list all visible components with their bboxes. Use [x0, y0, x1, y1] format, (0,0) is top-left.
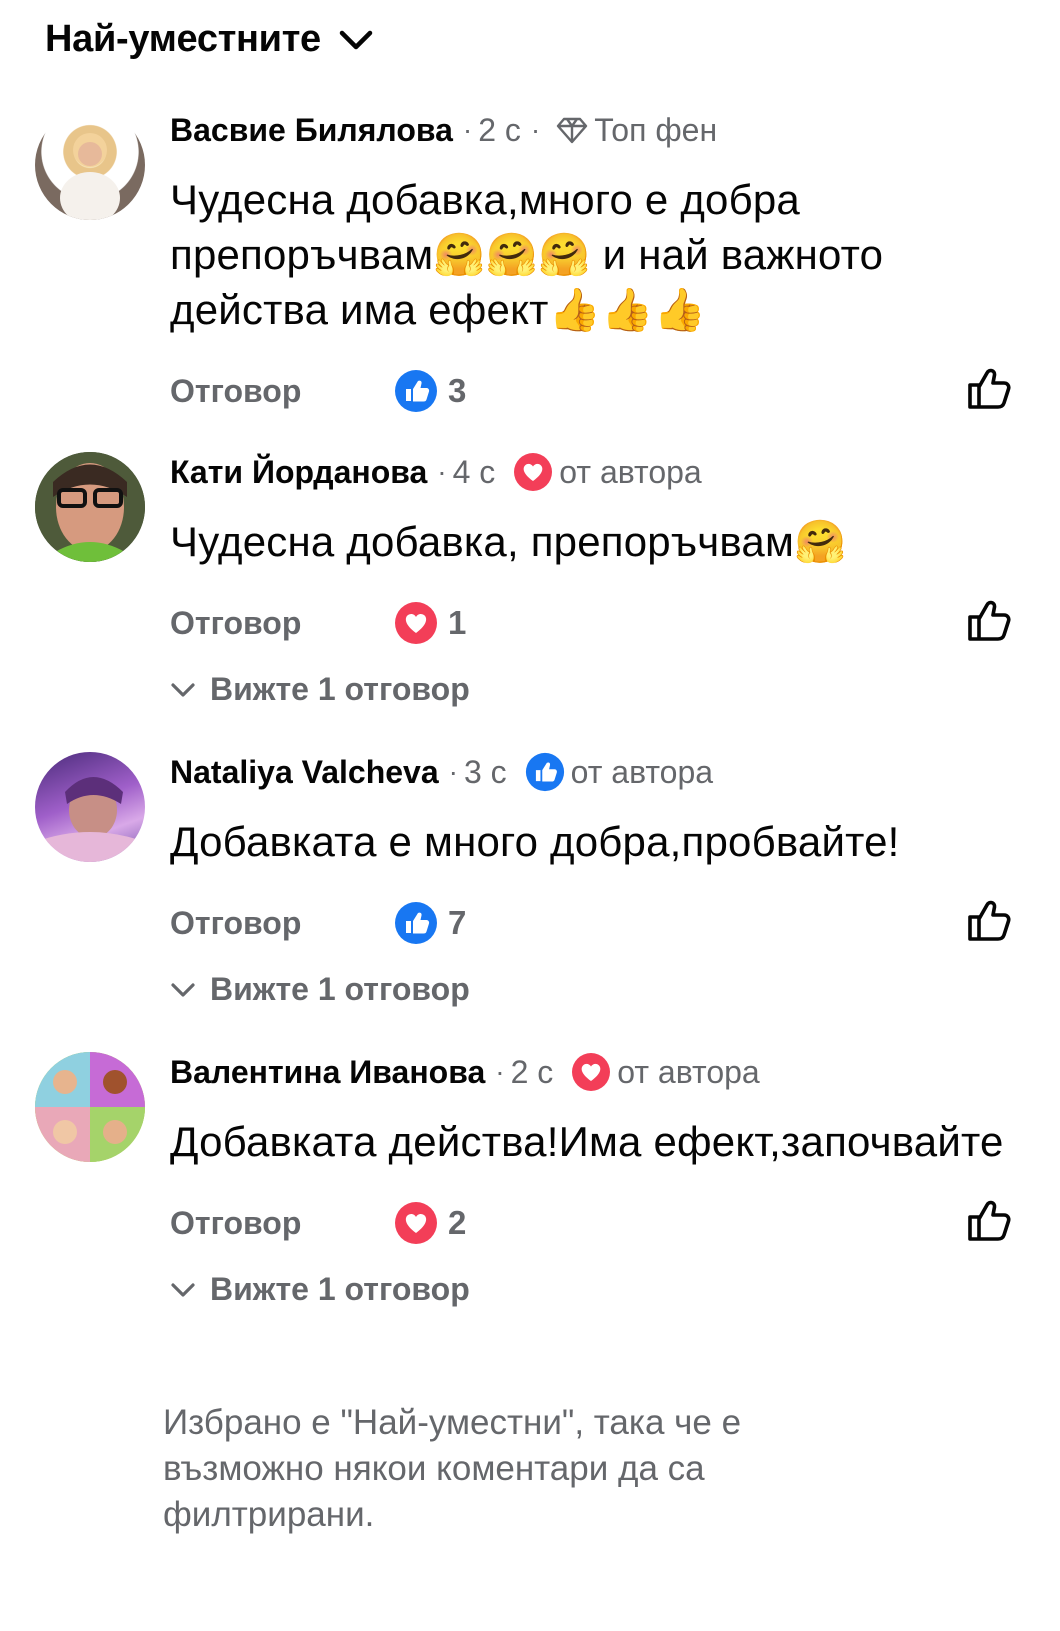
love-reaction-icon — [395, 1202, 437, 1244]
comment-time[interactable]: 2 с — [511, 1052, 554, 1092]
comment-author[interactable]: Валентина Иванова — [170, 1052, 485, 1092]
view-replies-button[interactable]: Вижте 1 отговор — [170, 671, 1020, 708]
thumbs-up-outline-icon — [968, 600, 1011, 641]
avatar[interactable] — [35, 452, 145, 562]
like-reaction-icon — [525, 752, 564, 792]
comment-author[interactable]: Кати Йорданова — [170, 452, 427, 492]
view-replies-label: Вижте 1 отговор — [210, 1271, 470, 1307]
like-button[interactable] — [966, 899, 1012, 948]
reaction-count: 3 — [448, 372, 467, 409]
diamond-icon — [557, 117, 588, 144]
chevron-down-icon — [171, 1282, 195, 1297]
avatar[interactable] — [35, 752, 145, 862]
separator-dot: · — [530, 114, 541, 145]
badge-label: от автора — [570, 754, 714, 790]
separator-dot: · — [437, 456, 447, 487]
reply-button[interactable]: Отговор — [170, 373, 394, 410]
reaction-summary[interactable]: 2 — [394, 1201, 466, 1245]
view-replies-label: Вижте 1 отговор — [210, 671, 470, 707]
like-reaction-icon — [395, 370, 437, 412]
separator-dot: · — [448, 756, 458, 787]
view-replies-button[interactable]: Вижте 1 отговор — [170, 971, 1020, 1008]
chevron-down-icon — [339, 29, 373, 51]
comment-author[interactable]: Nataliya Valcheva — [170, 752, 439, 792]
avatar[interactable] — [35, 110, 145, 220]
comment-text: Добавката действа!Има ефект,започвайте — [170, 1118, 1004, 1165]
like-button[interactable] — [966, 1199, 1012, 1248]
badge-label: от автора — [617, 1054, 760, 1090]
chevron-down-icon — [171, 982, 195, 997]
reaction-count: 1 — [448, 604, 467, 641]
filter-notice: Избрано е "Най-уместни", така че е възмо… — [163, 1403, 742, 1534]
view-replies-button[interactable]: Вижте 1 отговор — [170, 1271, 1020, 1308]
reaction-summary[interactable]: 3 — [394, 369, 466, 413]
badge-label: от автора — [559, 454, 702, 490]
badge-label: Топ фен — [594, 112, 718, 148]
separator-dot: · — [462, 114, 473, 145]
reply-button[interactable]: Отговор — [170, 905, 394, 942]
reaction-count: 7 — [448, 904, 467, 941]
like-reaction-icon — [395, 902, 437, 944]
reaction-summary[interactable]: 7 — [394, 901, 466, 945]
comment-author[interactable]: Васвие Билялова — [170, 110, 453, 150]
reaction-summary[interactable]: 1 — [394, 601, 466, 645]
love-reaction-icon — [395, 602, 437, 644]
chevron-down-icon — [171, 682, 195, 697]
reply-button[interactable]: Отговор — [170, 605, 394, 642]
sort-label: Най-уместните — [45, 18, 321, 60]
sort-dropdown[interactable]: Най-уместните — [45, 18, 373, 61]
like-button[interactable] — [966, 599, 1012, 648]
comment-time[interactable]: 4 с — [453, 452, 496, 492]
thumbs-up-outline-icon — [968, 1200, 1011, 1241]
reply-button[interactable]: Отговор — [170, 1205, 394, 1242]
author-reaction-badge: от автора — [513, 452, 702, 492]
comment-text: Чудесна добавка, препоръчвам🤗 — [170, 518, 847, 565]
thumbs-up-outline-icon — [968, 368, 1011, 409]
avatar[interactable] — [35, 1052, 145, 1162]
heart-reaction-icon — [514, 453, 553, 491]
comment-text: Чудесна добавка,много е добра препоръчва… — [170, 176, 884, 333]
thumbs-up-outline-icon — [968, 900, 1011, 941]
like-button[interactable] — [966, 367, 1012, 416]
separator-dot: · — [495, 1056, 505, 1087]
view-replies-label: Вижте 1 отговор — [210, 971, 470, 1007]
comment-text: Добавката е много добра,пробвайте! — [170, 818, 900, 865]
comment-time[interactable]: 3 с — [464, 752, 507, 792]
author-reaction-badge: от автора — [525, 752, 713, 792]
comment-time[interactable]: 2 с — [478, 110, 521, 150]
reaction-count: 2 — [448, 1204, 467, 1241]
top-fan-badge: Топ фен — [556, 110, 717, 150]
author-reaction-badge: от автора — [571, 1052, 760, 1092]
heart-reaction-icon — [572, 1053, 611, 1091]
